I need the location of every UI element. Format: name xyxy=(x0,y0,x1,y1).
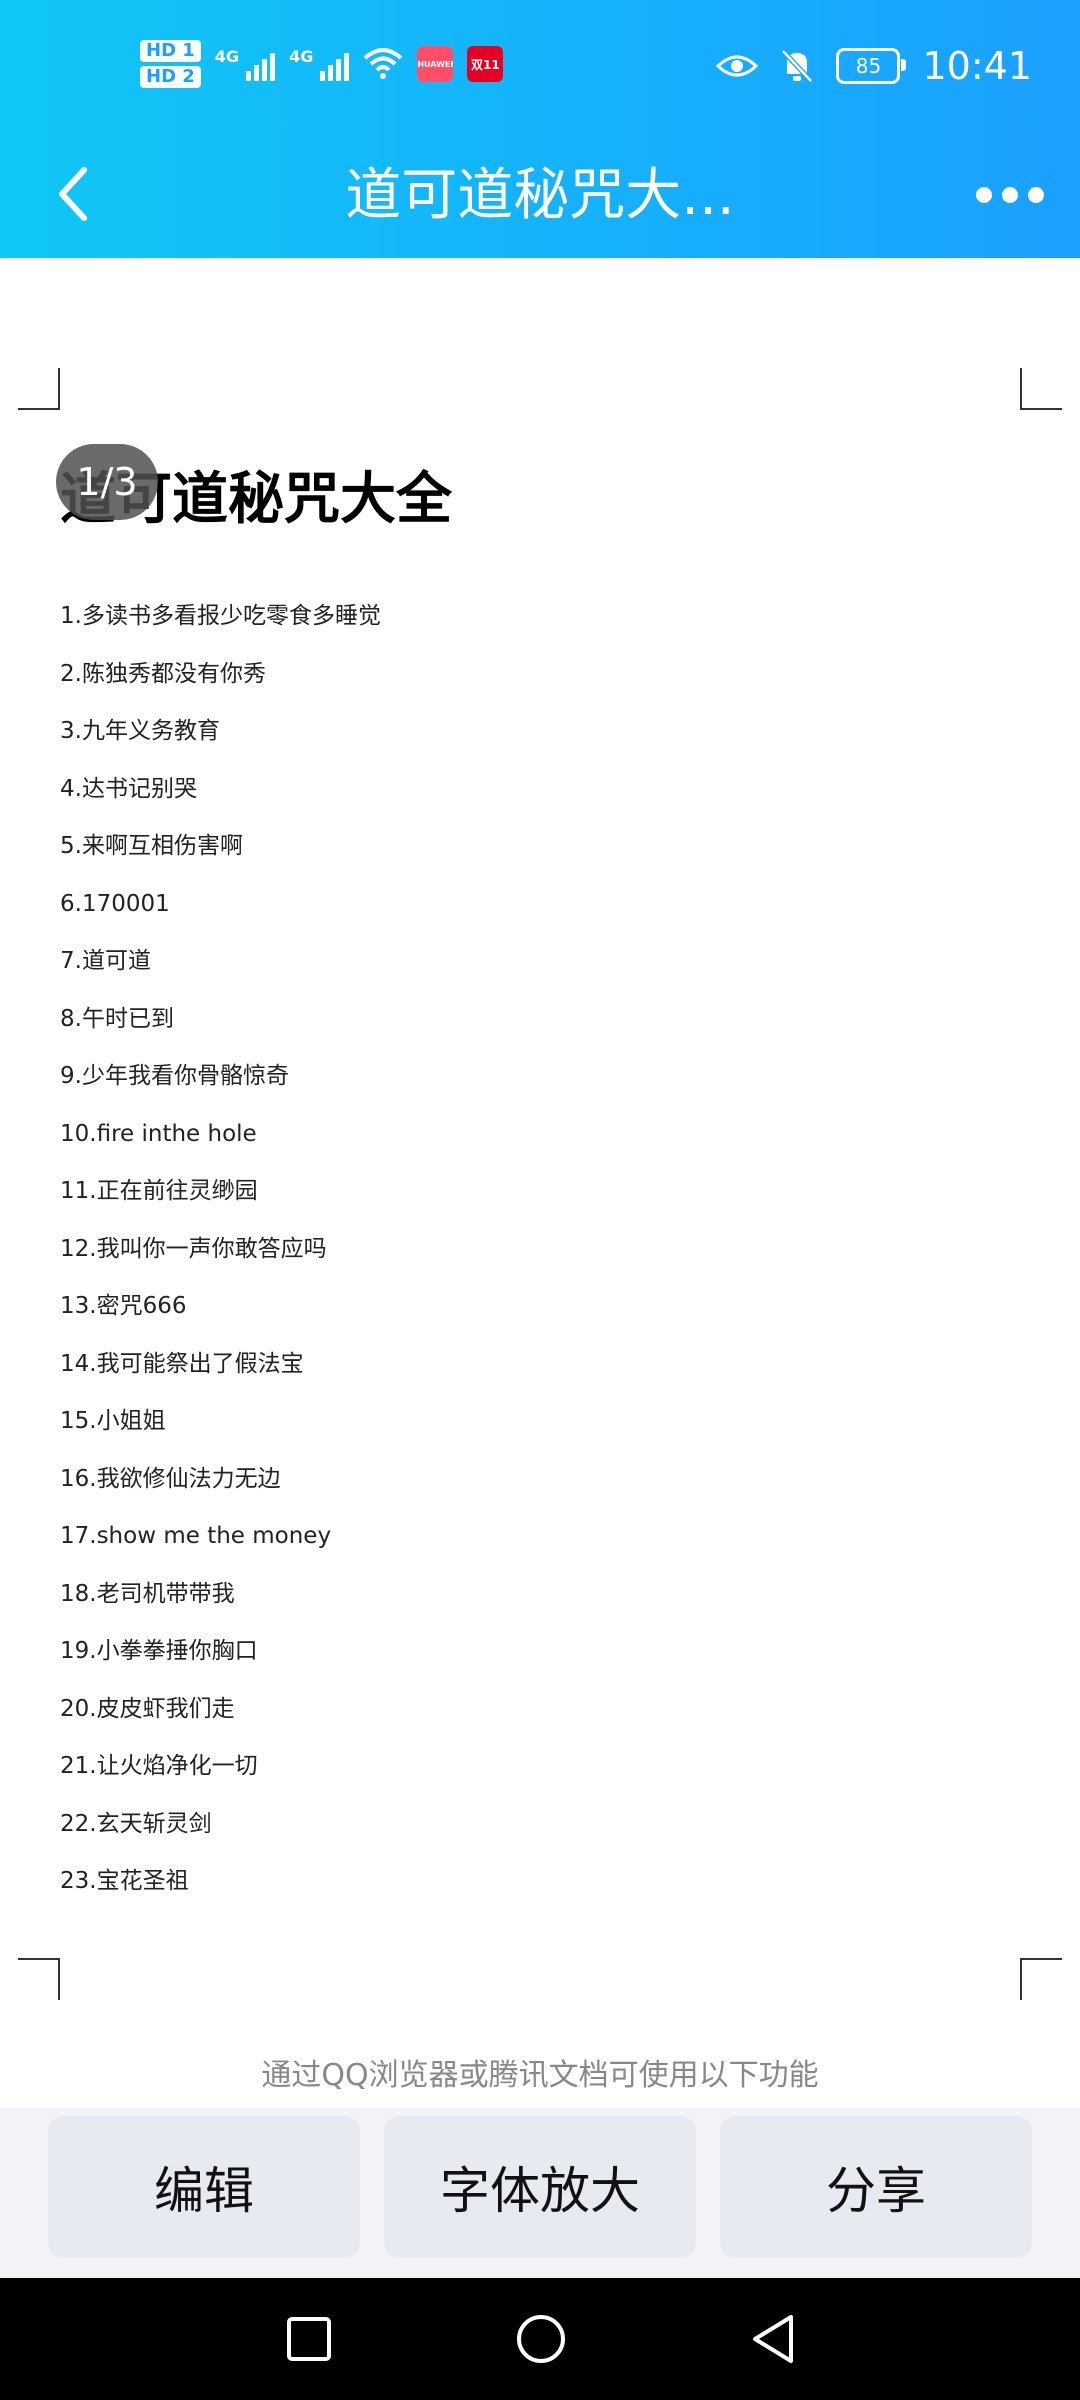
document-list: 1.多读书多看报少吃零食多睡觉 2.陈独秀都没有你秀 3.九年义务教育 4.达书… xyxy=(60,588,381,1911)
recent-apps-button[interactable] xyxy=(276,2306,342,2372)
list-item: 2.陈独秀都没有你秀 xyxy=(60,660,266,687)
list-item: 5.来啊互相伤害啊 xyxy=(60,833,243,859)
edit-button[interactable]: 编辑 xyxy=(48,2116,360,2258)
document-viewer[interactable]: 道可道秘咒大全 1/3 1.多读书多看报少吃零食多睡觉 2.陈独秀都没有你秀 3… xyxy=(0,258,1080,2108)
share-button[interactable]: 分享 xyxy=(720,2116,1032,2258)
list-item: 16.我欲修仙法力无边 xyxy=(60,1465,281,1492)
bell-off-icon xyxy=(781,49,814,83)
list-item: 3.九年义务教育 xyxy=(60,718,220,744)
list-item: 15.小姐姐 xyxy=(60,1408,166,1434)
list-item: 8.午时已到 xyxy=(60,1005,174,1032)
list-item: 10.fire inthe hole xyxy=(60,1120,257,1147)
more-dots-icon xyxy=(976,187,992,203)
page-corner-mark xyxy=(1020,1958,1062,2000)
network-1-label: 4G xyxy=(214,47,240,66)
list-item: 4.达书记别哭 xyxy=(60,775,197,802)
more-button[interactable] xyxy=(970,160,1050,230)
huawei-badge-text: HUAWEI xyxy=(417,59,454,69)
system-navigation-bar xyxy=(0,2278,1080,2400)
list-item: 1.多读书多看报少吃零食多睡觉 xyxy=(60,603,381,629)
double11-badge-text: 双11 xyxy=(470,57,500,72)
page-indicator: 1/3 xyxy=(56,444,158,520)
list-item: 17.show me the money xyxy=(60,1523,332,1549)
hd-indicators: HD 1 HD 2 xyxy=(140,40,201,88)
list-item: 23.宝花圣祖 xyxy=(60,1868,189,1894)
status-left: HD 1 HD 2 4G 4G HUAWEI 双11 xyxy=(140,34,504,94)
title-bar: 道可道秘咒大... xyxy=(0,130,1080,258)
list-item: 19.小拳拳捶你胸口 xyxy=(60,1638,258,1664)
double11-app-badge-icon: 双11 xyxy=(467,46,504,82)
home-button[interactable] xyxy=(508,2306,574,2372)
list-item: 14.我可能祭出了假法宝 xyxy=(60,1350,304,1377)
signal-2-icon: 4G xyxy=(289,47,350,81)
signal-1-icon: 4G xyxy=(214,47,276,81)
page-title: 道可道秘咒大... xyxy=(345,163,735,228)
wifi-icon xyxy=(364,48,403,79)
list-item: 18.老司机带带我 xyxy=(60,1580,235,1607)
hd-1-label: HD 1 xyxy=(140,40,201,62)
battery-icon: 85 xyxy=(836,48,907,84)
list-item: 21.让火焰净化一切 xyxy=(60,1753,258,1779)
circle-icon xyxy=(517,2315,565,2363)
eye-icon xyxy=(716,55,759,77)
top-app-header: HD 1 HD 2 4G 4G HUAWEI 双11 85 10:41 道可道秘… xyxy=(0,0,1080,258)
feature-hint: 通过QQ浏览器或腾讯文档可使用以下功能 xyxy=(261,2058,819,2093)
clock: 10:41 xyxy=(922,44,1032,88)
square-icon xyxy=(287,2317,331,2361)
page-corner-mark xyxy=(1020,368,1062,410)
list-item: 20.皮皮虾我们走 xyxy=(60,1695,235,1722)
status-bar: HD 1 HD 2 4G 4G HUAWEI 双11 85 10:41 xyxy=(0,0,1080,130)
action-bar: 编辑 字体放大 分享 xyxy=(0,2108,1080,2278)
hd-2-label: HD 2 xyxy=(140,66,201,88)
list-item: 12.我叫你一声你敢答应吗 xyxy=(60,1235,327,1262)
list-item: 22.玄天斩灵剑 xyxy=(60,1810,212,1837)
huawei-app-badge-icon: HUAWEI xyxy=(417,46,453,82)
network-2-label: 4G xyxy=(289,47,314,66)
page-corner-mark xyxy=(18,368,60,410)
list-item: 11.正在前往灵缈园 xyxy=(60,1178,258,1204)
list-item: 7.道可道 xyxy=(60,948,151,974)
list-item: 13.密咒666 xyxy=(60,1293,187,1319)
triangle-back-icon xyxy=(753,2315,793,2363)
list-item: 9.少年我看你骨骼惊奇 xyxy=(60,1063,289,1089)
status-right: 85 10:41 xyxy=(716,38,1032,94)
page-corner-mark xyxy=(18,1958,60,2000)
system-back-button[interactable] xyxy=(740,2306,806,2372)
list-item: 6.170001 xyxy=(60,890,170,917)
enlarge-font-button[interactable]: 字体放大 xyxy=(384,2116,696,2258)
battery-level: 85 xyxy=(855,54,882,78)
